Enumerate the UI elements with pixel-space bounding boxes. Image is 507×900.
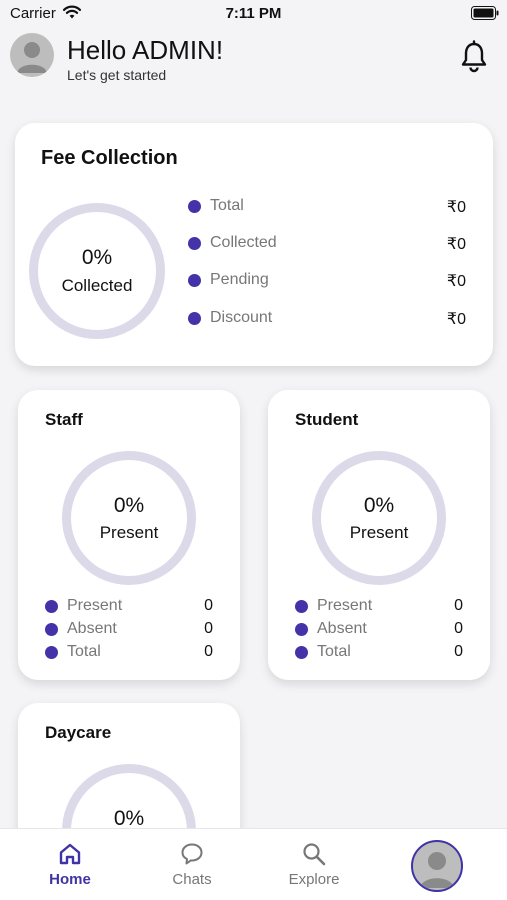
legend-dot <box>45 623 58 636</box>
nav-home-label: Home <box>49 871 91 888</box>
fee-row-label: Pending <box>210 271 269 288</box>
student-progress-ring: 0% Present <box>312 451 446 585</box>
staff-ring-label: Present <box>99 523 159 542</box>
fee-row-label: Discount <box>210 309 273 326</box>
student-row-value: 0 <box>454 597 463 614</box>
status-time: 7:11 PM <box>225 5 282 22</box>
staff-row-total: Total 0 <box>45 642 213 662</box>
staff-percent: 0% <box>113 494 145 517</box>
user-avatar[interactable] <box>10 33 54 77</box>
fee-collection-title: Fee Collection <box>41 147 178 169</box>
staff-row-present: Present 0 <box>45 596 213 616</box>
person-icon <box>17 42 47 73</box>
fee-row-value: ₹0 <box>446 273 466 290</box>
fee-row-value: ₹0 <box>446 311 466 328</box>
search-icon <box>303 843 326 866</box>
staff-row-label: Total <box>67 643 101 660</box>
fee-row-collected: Collected ₹0 <box>188 233 466 253</box>
staff-row-value: 0 <box>204 643 213 660</box>
battery-icon <box>471 6 499 20</box>
fee-row-pending: Pending ₹0 <box>188 270 466 290</box>
student-card[interactable]: Student 0% Present Present 0 Absent 0 To… <box>268 390 490 680</box>
student-row-absent: Absent 0 <box>295 619 463 639</box>
staff-row-label: Absent <box>67 620 117 637</box>
legend-dot <box>188 312 201 325</box>
student-ring-label: Present <box>349 523 409 542</box>
legend-dot <box>45 600 58 613</box>
fee-progress-ring: 0% Collected <box>29 203 165 339</box>
student-row-label: Absent <box>317 620 367 637</box>
student-percent: 0% <box>363 494 395 517</box>
legend-dot <box>45 646 58 659</box>
nav-explore-label: Explore <box>288 871 340 888</box>
fee-collection-card[interactable]: Fee Collection 0% Collected Total ₹0 Col… <box>15 123 493 366</box>
nav-profile-avatar[interactable] <box>411 840 463 892</box>
nav-home[interactable]: Home <box>20 829 120 900</box>
legend-dot <box>295 600 308 613</box>
staff-card[interactable]: Staff 0% Present Present 0 Absent 0 Tota… <box>18 390 240 680</box>
legend-dot <box>295 623 308 636</box>
fee-percent: 0% <box>81 246 113 269</box>
nav-chats-label: Chats <box>172 871 212 888</box>
fee-row-value: ₹0 <box>446 199 466 216</box>
staff-row-absent: Absent 0 <box>45 619 213 639</box>
student-row-present: Present 0 <box>295 596 463 616</box>
student-row-total: Total 0 <box>295 642 463 662</box>
notification-bell-icon[interactable] <box>458 40 490 74</box>
chat-icon <box>181 843 203 865</box>
nav-explore[interactable]: Explore <box>264 829 364 900</box>
legend-dot <box>188 200 201 213</box>
staff-progress-ring: 0% Present <box>62 451 196 585</box>
student-row-label: Present <box>317 597 373 614</box>
fee-ring-label: Collected <box>61 276 133 295</box>
legend-dot <box>188 274 201 287</box>
legend-dot <box>295 646 308 659</box>
fee-row-discount: Discount ₹0 <box>188 308 466 328</box>
staff-row-value: 0 <box>204 620 213 637</box>
fee-row-label: Total <box>210 197 244 214</box>
nav-chats[interactable]: Chats <box>142 829 242 900</box>
fee-row-label: Collected <box>210 234 277 251</box>
staff-title: Staff <box>45 410 83 429</box>
person-icon <box>420 852 454 888</box>
staff-row-label: Present <box>67 597 123 614</box>
staff-row-value: 0 <box>204 597 213 614</box>
student-row-value: 0 <box>454 620 463 637</box>
student-row-value: 0 <box>454 643 463 660</box>
status-bar: Carrier 7:11 PM <box>0 0 507 28</box>
home-icon <box>59 843 81 865</box>
student-row-label: Total <box>317 643 351 660</box>
greeting-subtitle: Let's get started <box>67 67 167 83</box>
legend-dot <box>188 237 201 250</box>
bottom-nav: Home Chats Explore <box>0 828 507 900</box>
student-title: Student <box>295 410 359 429</box>
fee-row-value: ₹0 <box>446 236 466 253</box>
fee-row-total: Total ₹0 <box>188 196 466 216</box>
daycare-title: Daycare <box>45 723 112 742</box>
greeting-title: Hello ADMIN! <box>67 35 224 65</box>
